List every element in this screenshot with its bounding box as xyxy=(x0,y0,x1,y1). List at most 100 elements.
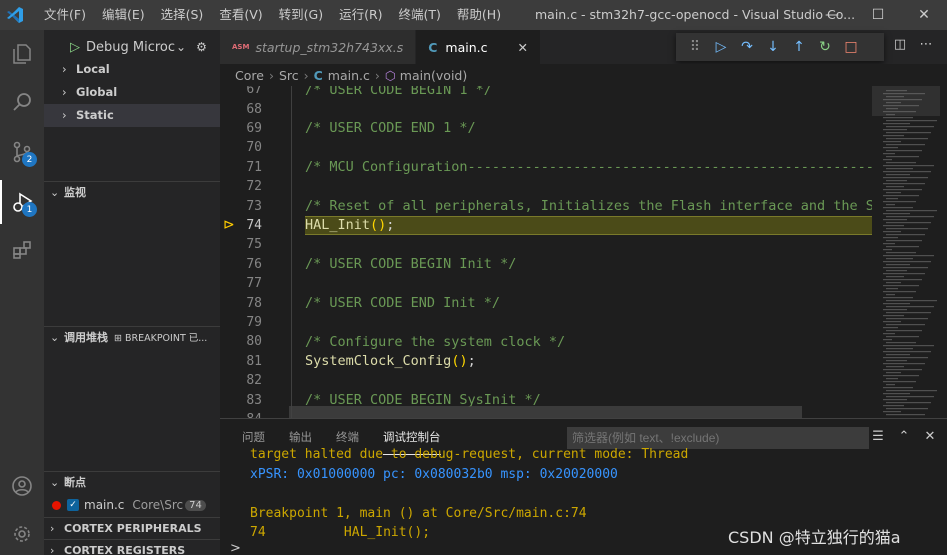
chevron-down-icon: ⌄ xyxy=(50,476,60,489)
breadcrumb-src[interactable]: Src xyxy=(279,68,299,83)
title-bar: 文件(F) 编辑(E) 选择(S) 查看(V) 转到(G) 运行(R) 终端(T) 帮助(H)… xyxy=(0,0,947,30)
menu-item-5[interactable]: 运行(R) xyxy=(331,0,390,30)
step-out-icon[interactable]: ↑ xyxy=(786,39,812,55)
minimap-line xyxy=(883,123,910,125)
horizontal-scrollbar[interactable] xyxy=(289,406,802,418)
minimap-line xyxy=(886,384,895,386)
maximize-panel-icon[interactable]: ⌃ xyxy=(891,429,917,444)
breakpoint-checkbox[interactable]: ✓ xyxy=(67,499,79,511)
tab-startup-asm[interactable]: ASM startup_stm32h743xx.s xyxy=(220,30,417,64)
cortex-registers-header[interactable]: › CORTEX REGISTERS xyxy=(44,539,220,555)
minimap-line xyxy=(886,342,916,344)
minimap-line xyxy=(883,405,904,407)
source-control-icon[interactable]: 2 xyxy=(0,130,44,174)
minimap-slider[interactable] xyxy=(872,86,940,116)
start-debug-icon[interactable]: ▷ xyxy=(70,40,80,55)
code-editor[interactable]: 67 /* USER CODE BEGIN 1 */ 68 69 /* USER COD… xyxy=(220,86,872,418)
variables-global[interactable]: › Global xyxy=(44,81,220,104)
debug-sidebar: ▷ Debug Microc ⌄ ⚙ › Local › Global › Stati… xyxy=(44,30,220,555)
minimap-line xyxy=(886,330,922,332)
highlighted-code-text: HAL_Init(); xyxy=(305,215,872,235)
line-number: 75 xyxy=(246,237,262,253)
tab-main-c[interactable]: C main.c ✕ xyxy=(416,30,541,64)
maximize-button[interactable]: ☐ xyxy=(855,0,901,30)
search-icon[interactable] xyxy=(0,80,44,124)
cortex-peripherals-header[interactable]: › CORTEX PERIPHERALS xyxy=(44,517,220,539)
breadcrumb-file[interactable]: main.c xyxy=(328,68,370,83)
minimap-line xyxy=(886,204,895,206)
manage-gear-icon[interactable] xyxy=(0,512,44,555)
code-token: /* USER CODE END 1 */ xyxy=(305,120,476,137)
minimap-line xyxy=(886,312,931,314)
stop-icon[interactable]: □ xyxy=(838,39,864,55)
minimap[interactable] xyxy=(872,86,947,418)
minimap-line xyxy=(886,336,919,338)
code-line: 77 xyxy=(220,274,872,293)
debug-toolbar: ⠿ ▷ ↷ ↓ ↑ ↻ □ xyxy=(676,33,884,61)
minimap-line xyxy=(883,243,895,245)
menu-item-2[interactable]: 选择(S) xyxy=(153,0,212,30)
step-over-icon[interactable]: ↷ xyxy=(734,39,760,55)
step-into-icon[interactable]: ↓ xyxy=(760,39,786,55)
breakpoint-dot-icon xyxy=(52,500,61,510)
chevron-down-icon: ⌄ xyxy=(50,186,60,199)
chevron-down-icon[interactable]: ⌄ xyxy=(176,40,186,54)
run-debug-icon[interactable]: 1 xyxy=(0,180,44,224)
minimap-line xyxy=(883,285,919,287)
minimap-line xyxy=(883,339,892,341)
menu-item-1[interactable]: 编辑(E) xyxy=(94,0,153,30)
restart-icon[interactable]: ↻ xyxy=(812,39,838,55)
more-actions-icon[interactable]: ⋯ xyxy=(913,37,939,52)
variables-local[interactable]: › Local xyxy=(44,58,220,81)
split-editor-icon[interactable]: ◫ xyxy=(887,37,913,52)
minimize-button[interactable]: — xyxy=(809,0,855,30)
code-line: 72 xyxy=(220,177,872,196)
debug-config-select[interactable]: Debug Microc xyxy=(86,40,176,55)
debug-settings-gear-icon[interactable]: ⚙ xyxy=(196,40,207,54)
menu-item-3[interactable]: 查看(V) xyxy=(211,0,270,30)
clear-console-icon[interactable]: ☰ xyxy=(865,429,891,444)
grip-icon[interactable]: ⠿ xyxy=(682,39,708,55)
minimap-line xyxy=(883,237,898,239)
minimap-line xyxy=(883,315,904,317)
code-token: SystemClock_Config xyxy=(305,353,452,370)
c-file-icon: C xyxy=(313,67,323,83)
variables-static[interactable]: › Static xyxy=(44,104,220,127)
breadcrumb-symbol[interactable]: main(void) xyxy=(400,68,467,83)
breakpoint-item[interactable]: ✓ main.c Core\Src 74 xyxy=(44,494,220,516)
account-icon[interactable] xyxy=(0,464,44,508)
close-panel-icon[interactable]: ✕ xyxy=(917,429,943,444)
console-line: 74 HAL_Init(); xyxy=(250,525,431,540)
breadcrumb-core[interactable]: Core xyxy=(235,68,264,83)
minimap-line xyxy=(886,396,934,398)
minimap-line xyxy=(886,372,901,374)
minimap-line xyxy=(883,249,892,251)
close-icon[interactable]: ✕ xyxy=(517,40,527,55)
menu-item-0[interactable]: 文件(F) xyxy=(36,0,94,30)
code-line: 76 /* USER CODE BEGIN Init */ xyxy=(220,255,872,274)
continue-icon[interactable]: ▷ xyxy=(708,39,734,55)
debug-console-filter-input[interactable] xyxy=(567,427,869,449)
menu-item-7[interactable]: 帮助(H) xyxy=(449,0,509,30)
menu-item-6[interactable]: 终端(T) xyxy=(391,0,449,30)
c-file-icon: C xyxy=(428,39,438,55)
close-window-button[interactable]: ✕ xyxy=(901,0,947,30)
minimap-line xyxy=(886,306,934,308)
code-line: 81 SystemClock_Config(); xyxy=(220,352,872,371)
callstack-section-header[interactable]: ⌄ 调用堆栈 ⊞ BREAKPOINT 已... xyxy=(44,326,220,348)
minimap-line xyxy=(886,150,922,152)
menu-item-4[interactable]: 转到(G) xyxy=(271,0,331,30)
explorer-icon[interactable] xyxy=(0,32,44,76)
minimap-line xyxy=(886,354,910,356)
watch-section-header[interactable]: ⌄ 监视 xyxy=(44,181,220,203)
extensions-icon[interactable] xyxy=(0,228,44,272)
code-line: ⊳ 74 HAL_Init(); xyxy=(220,215,872,235)
window-title: main.c - stm32h7-gcc-openocd - Visual St… xyxy=(535,7,856,22)
minimap-line xyxy=(883,153,895,155)
console-prompt[interactable]: > xyxy=(230,541,241,555)
window-controls: — ☐ ✕ xyxy=(809,0,947,30)
minimap-line xyxy=(883,147,898,149)
source-control-badge: 2 xyxy=(22,152,37,167)
breakpoints-section-header[interactable]: ⌄ 断点 xyxy=(44,471,220,493)
minimap-line xyxy=(883,213,910,215)
